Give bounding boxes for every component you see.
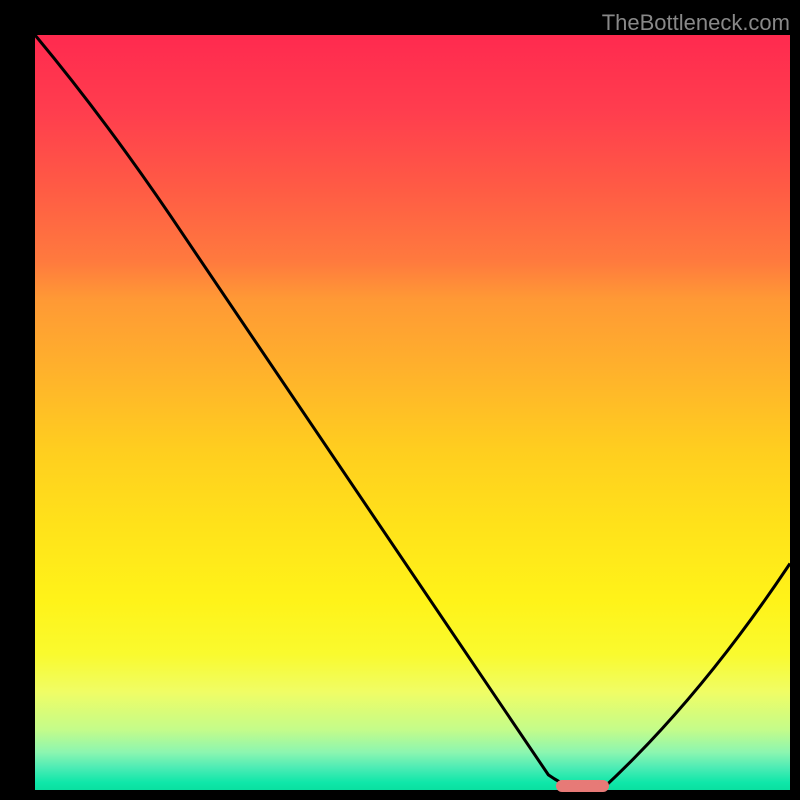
chart-area [35, 35, 790, 790]
watermark-text: TheBottleneck.com [602, 10, 790, 36]
gradient-background [35, 35, 790, 790]
optimal-marker [556, 780, 609, 792]
bottleneck-curve [35, 35, 790, 790]
